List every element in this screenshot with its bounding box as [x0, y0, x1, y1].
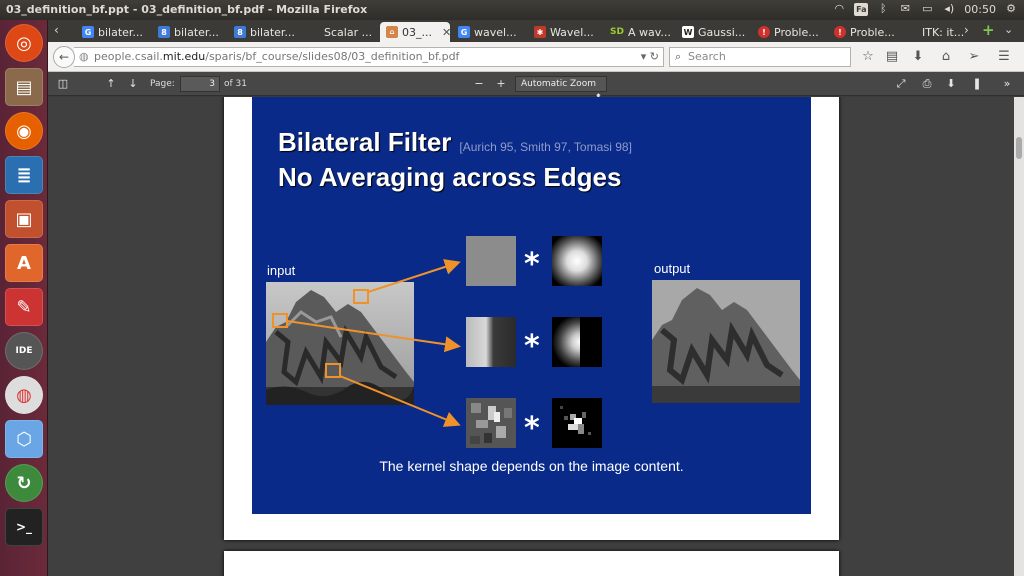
print-icon[interactable]: ⎙	[920, 77, 934, 91]
reload-icon[interactable]: ▾ ↻	[641, 48, 659, 66]
tools-icon[interactable]: »	[1000, 77, 1014, 91]
search-icon: ⌕	[675, 50, 682, 63]
presentation-mode-icon[interactable]: ⤢	[894, 77, 908, 91]
menu-icon[interactable]: ☰	[996, 49, 1012, 65]
settings-icon[interactable]: ✎	[5, 288, 43, 326]
tab[interactable]: 8 bilater...	[228, 22, 302, 42]
firefox-icon[interactable]: ◉	[5, 112, 43, 150]
zoom-in-icon[interactable]: +	[494, 77, 508, 91]
slide-caption: The kernel shape depends on the image co…	[379, 458, 684, 474]
page-label: Page:	[150, 79, 175, 89]
pdf-icon: ⌂	[386, 26, 398, 38]
page-number-input[interactable]: 3	[180, 76, 220, 92]
terminal-icon[interactable]: >_	[5, 508, 43, 546]
tab[interactable]: G bilater...	[76, 22, 150, 42]
power-icon[interactable]: ⚙	[1004, 2, 1018, 16]
tab[interactable]: G wavel...	[452, 22, 526, 42]
vertical-scrollbar[interactable]	[1014, 97, 1024, 576]
files-icon[interactable]: ▤	[5, 68, 43, 106]
bluetooth-icon[interactable]: ᛒ	[876, 2, 890, 16]
site-icon: 8	[158, 26, 170, 38]
system-tray: ◠ Fa ᛒ ✉ ▭ ◂) 00:50 ⚙	[832, 2, 1018, 16]
wikipedia-icon: W	[682, 26, 694, 38]
site-icon: 8	[234, 26, 246, 38]
url-bar[interactable]: ◍ people.csail.mit.edu/sparis/bf_course/…	[74, 47, 664, 67]
tab-list-icon[interactable]: ⌄	[1004, 23, 1013, 36]
tab[interactable]: ✱ Wavel...	[528, 22, 602, 42]
bookmark-icon[interactable]: ❚	[970, 77, 984, 91]
save-icon[interactable]: ⬇	[944, 77, 958, 91]
clock[interactable]: 00:50	[964, 3, 996, 16]
tab-scroll-left-icon[interactable]: ‹	[54, 23, 59, 37]
tab[interactable]: SD A wav...	[604, 22, 676, 42]
dash-home-icon[interactable]: ◎	[5, 24, 43, 62]
zoom-out-icon[interactable]: −	[472, 77, 486, 91]
tab[interactable]: ! Proble...	[752, 22, 826, 42]
sidebar-toggle-icon[interactable]: ◫	[56, 77, 70, 91]
search-input[interactable]: ⌕ Search	[669, 47, 851, 67]
tab[interactable]: W Gaussi...	[676, 22, 750, 42]
globe-icon: ◍	[79, 50, 89, 63]
tab-scroll-right-icon[interactable]: ›	[964, 23, 969, 37]
scrollbar-thumb[interactable]	[1016, 137, 1022, 159]
java-ide-icon[interactable]: IDE	[5, 332, 43, 370]
tab-active[interactable]: ⌂ 03_... ✕	[380, 22, 450, 42]
reading-list-icon[interactable]: ▤	[884, 49, 900, 65]
pdf-page: Bilateral Filter [Aurich 95, Smith 97, To…	[224, 97, 839, 540]
system-top-bar: 03_definition_bf.ppt - 03_definition_bf.…	[0, 0, 1024, 20]
zoom-select[interactable]: Automatic Zoom ⬍	[515, 76, 607, 103]
close-tab-icon[interactable]: ✕	[442, 26, 450, 39]
google-icon: G	[82, 26, 94, 38]
page-total: of 31	[224, 79, 247, 89]
google-icon: G	[458, 26, 470, 38]
wolfram-icon: ✱	[534, 26, 546, 38]
pdf-page	[224, 551, 839, 576]
chrome-icon[interactable]: ◍	[5, 376, 43, 414]
bookmark-star-icon[interactable]: ☆	[860, 49, 876, 65]
next-page-icon[interactable]: ↓	[126, 77, 140, 91]
download-icon[interactable]: ⬇	[910, 49, 926, 65]
back-button[interactable]: ←	[53, 46, 75, 68]
wifi-icon[interactable]: ◠	[832, 2, 846, 16]
keyboard-layout-icon[interactable]: Fa	[854, 2, 869, 16]
sd-icon: SD	[610, 27, 624, 37]
window-title: 03_definition_bf.ppt - 03_definition_bf.…	[6, 3, 368, 16]
software-center-icon[interactable]: A	[5, 244, 43, 282]
writer-icon[interactable]: ≣	[5, 156, 43, 194]
pdf-viewer[interactable]: Bilateral Filter [Aurich 95, Smith 97, To…	[48, 97, 1014, 576]
tab[interactable]: 8 bilater...	[152, 22, 226, 42]
arrows-overlay	[272, 259, 461, 427]
send-icon[interactable]: ➢	[966, 49, 982, 65]
tab[interactable]: ! Proble...	[828, 22, 902, 42]
tab-strip: ‹ G bilater... 8 bilater... 8 bilater...…	[48, 20, 1024, 42]
tab[interactable]: Scalar ...	[318, 22, 380, 42]
cube-app-icon[interactable]: ⬡	[5, 420, 43, 458]
tab[interactable]: ITK: it...	[916, 22, 964, 42]
home-icon[interactable]: ⌂	[938, 49, 954, 65]
impress-icon[interactable]: ▣	[5, 200, 43, 238]
new-tab-icon[interactable]: +	[982, 21, 995, 39]
pdf-toolbar: ◫ ↑ ↓ Page: 3 of 31 − + Automatic Zoom ⬍…	[48, 72, 1024, 103]
updater-icon[interactable]: ↻	[5, 464, 43, 502]
navigation-bar: ◍ people.csail.mit.edu/sparis/bf_course/…	[48, 42, 1024, 72]
warning-icon: !	[834, 26, 846, 38]
launcher: ◎ ▤ ◉ ≣ ▣ A ✎ IDE ◍ ⬡ ↻ >_	[0, 20, 48, 576]
slide: Bilateral Filter [Aurich 95, Smith 97, To…	[252, 97, 811, 514]
previous-page-icon[interactable]: ↑	[104, 77, 118, 91]
mail-icon[interactable]: ✉	[898, 2, 912, 16]
warning-icon: !	[758, 26, 770, 38]
battery-icon[interactable]: ▭	[920, 2, 934, 16]
volume-icon[interactable]: ◂)	[942, 2, 956, 16]
